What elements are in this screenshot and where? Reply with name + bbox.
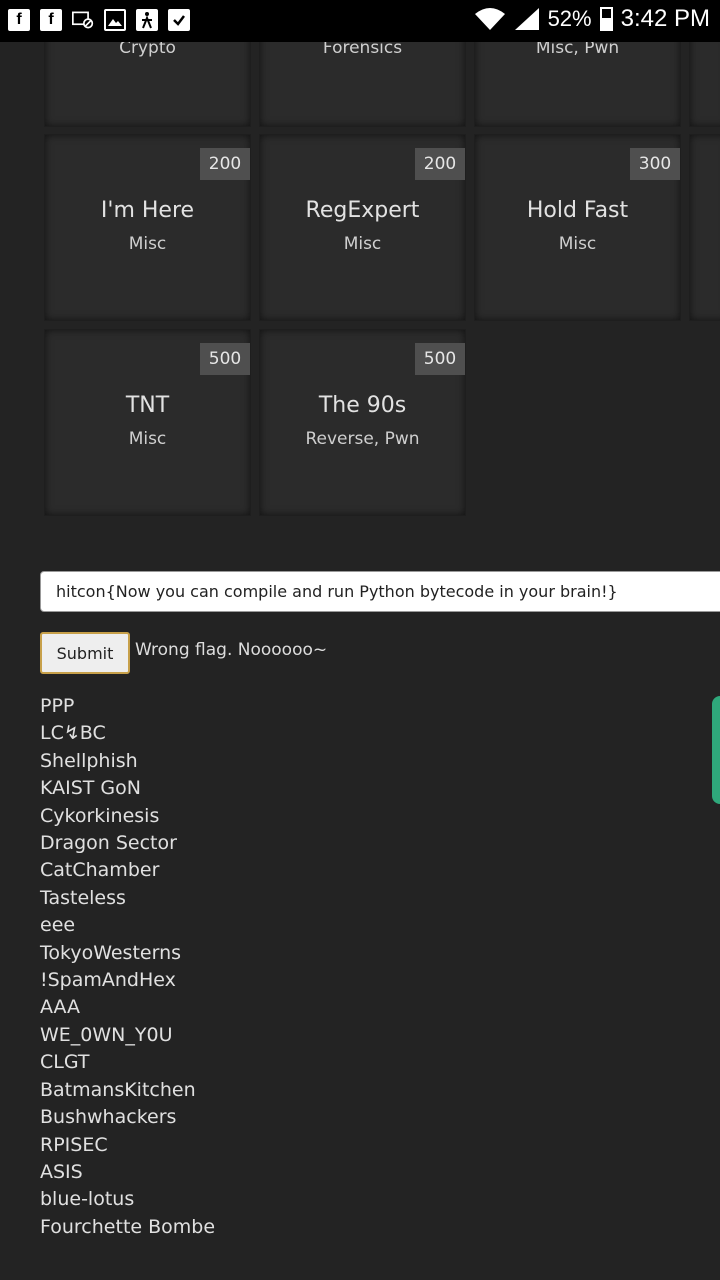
team-item: Dragon Sector (40, 832, 177, 855)
team-item: CatChamber (40, 859, 160, 882)
team-item: PPP (40, 695, 75, 717)
points-badge: 500 (415, 343, 465, 375)
team-item: RPISEC (40, 1133, 108, 1156)
challenge-category: Misc (128, 234, 167, 254)
wifi-icon (474, 8, 505, 30)
image-icon (104, 9, 126, 31)
team-item: blue-lotus (40, 1188, 135, 1211)
challenge-title: I'm Here (100, 198, 195, 223)
team-item: KAIST GoN (40, 777, 141, 800)
challenge-card[interactable]: 300 Hold Fast Misc (474, 134, 681, 321)
signal-icon (514, 8, 539, 30)
battery-percentage: 52% (547, 6, 592, 31)
team-item: TokyoWesterns (40, 941, 182, 964)
team-item: WE_0WN_Y0U (40, 1023, 173, 1046)
clock: 3:42 PM (620, 5, 710, 32)
challenge-category: Misc (558, 234, 597, 254)
challenge-card[interactable]: 500 TNT Misc (44, 329, 251, 516)
team-list: PPP LC↯BC Shellphish KAIST GoN Cykorkine… (40, 693, 215, 1241)
team-item: Bushwhackers (40, 1106, 177, 1129)
team-item: BatmansKitchen (40, 1078, 196, 1101)
submit-button[interactable]: Submit (40, 632, 130, 674)
team-item: ASIS (40, 1160, 83, 1183)
team-item: CLGT (40, 1051, 90, 1074)
challenge-category: Misc (128, 429, 167, 449)
challenge-category: Misc (343, 234, 382, 254)
challenge-title: Hold Fast (526, 198, 629, 223)
challenge-category: Reverse, Pwn (305, 429, 420, 449)
points-badge: 200 (415, 148, 465, 180)
challenge-card[interactable]: 200 I'm Here Misc (44, 134, 251, 321)
result-message: Wrong flag. Noooooo~ (135, 640, 328, 660)
accessibility-icon (136, 9, 158, 31)
challenge-card-partial[interactable] (689, 134, 720, 321)
points-badge: 500 (200, 343, 250, 375)
team-item: AAA (40, 996, 81, 1019)
flag-input[interactable]: hitcon{Now you can compile and run Pytho… (40, 571, 720, 612)
screen-icon (72, 9, 94, 31)
challenge-title: TNT (125, 393, 170, 418)
team-item: Shellphish (40, 749, 138, 772)
challenge-title: The 90s (318, 393, 407, 418)
battery-icon (599, 7, 613, 31)
challenge-card[interactable]: 500 The 90s Reverse, Pwn (259, 329, 466, 516)
points-badge: 200 (200, 148, 250, 180)
team-item: eee (40, 914, 76, 937)
team-item: LC↯BC (40, 722, 106, 745)
clipboard-check-icon (168, 9, 190, 31)
status-bar: f f 52% 3:42 PM (0, 0, 720, 42)
system-indicators: 52% 3:42 PM (474, 5, 710, 33)
challenge-title: RegExpert (305, 198, 420, 223)
side-drawer-tab[interactable] (712, 696, 720, 804)
facebook-icon: f (8, 9, 30, 31)
team-item: !SpamAndHex (40, 969, 176, 992)
facebook-icon: f (40, 9, 62, 31)
team-item: Tasteless (40, 886, 126, 909)
challenge-grid: Crypto Forensics Misc, Pwn 200 I'm Here … (0, 0, 720, 530)
team-item: Fourchette Bombe (40, 1215, 216, 1238)
notification-icons: f f (8, 9, 190, 31)
challenge-card[interactable]: 200 RegExpert Misc (259, 134, 466, 321)
team-item: Cykorkinesis (40, 804, 160, 827)
points-badge: 300 (630, 148, 680, 180)
